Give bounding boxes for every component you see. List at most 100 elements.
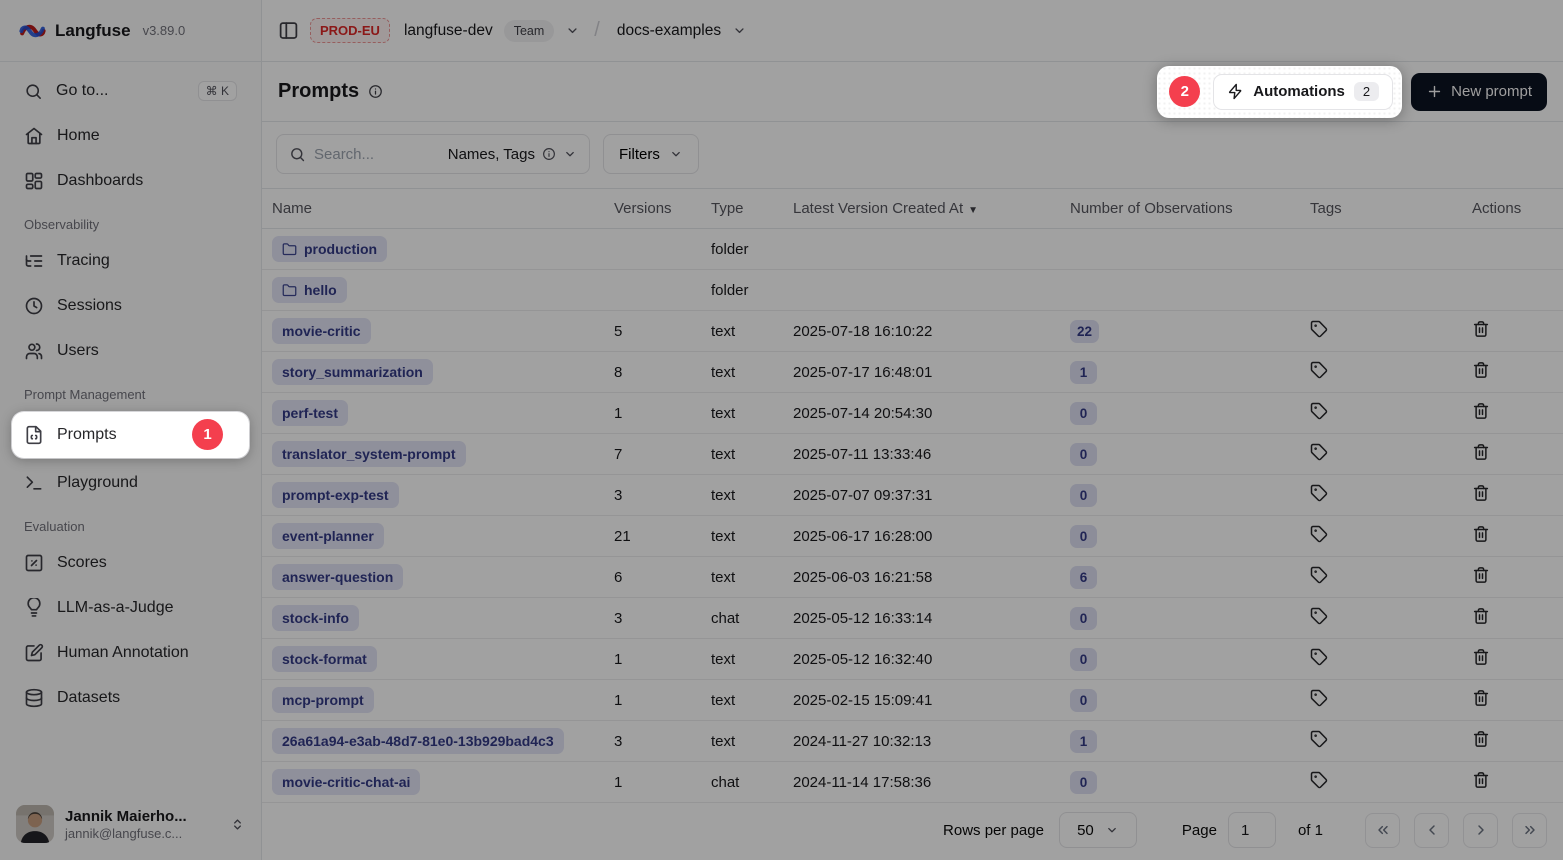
trash-icon [1472, 443, 1490, 461]
users-icon [24, 341, 44, 361]
prompt-name-badge[interactable]: translator_system-prompt [272, 441, 466, 467]
langfuse-app: Langfuse v3.89.0 Go to... ⌘ K HomeDashbo… [0, 0, 1563, 860]
last-page-button[interactable] [1512, 813, 1547, 848]
delete-button[interactable] [1472, 648, 1490, 666]
sidebar-item-sessions[interactable]: Sessions [12, 287, 249, 325]
tag-button[interactable] [1310, 402, 1328, 420]
trash-icon [1472, 525, 1490, 543]
delete-button[interactable] [1472, 607, 1490, 625]
prompt-name-badge[interactable]: perf-test [272, 400, 348, 426]
user-menu[interactable]: Jannik Maierho... jannik@langfuse.c... [0, 794, 261, 860]
panel-left-toggle-icon[interactable] [278, 20, 299, 41]
next-page-button[interactable] [1463, 813, 1498, 848]
column-header-observations: Number of Observations [1060, 189, 1300, 229]
prompt-name-badge[interactable]: movie-critic [272, 318, 371, 344]
delete-button[interactable] [1472, 771, 1490, 789]
tag-button[interactable] [1310, 689, 1328, 707]
table-row[interactable]: story_summarization8text2025-07-17 16:48… [262, 352, 1563, 393]
prompt-name-badge[interactable]: story_summarization [272, 359, 433, 385]
sidebar-item-dashboards[interactable]: Dashboards [12, 162, 249, 200]
prompt-name-badge[interactable]: stock-format [272, 646, 377, 672]
trash-icon [1472, 730, 1490, 748]
delete-button[interactable] [1472, 320, 1490, 338]
sidebar-item-go-to[interactable]: Go to... ⌘ K [12, 72, 249, 110]
sidebar-item-tracing[interactable]: Tracing [12, 242, 249, 280]
delete-button[interactable] [1472, 443, 1490, 461]
table-row[interactable]: hellofolder [262, 270, 1563, 311]
search-scope-dropdown[interactable]: Names, Tags [448, 146, 577, 163]
filters-button[interactable]: Filters [603, 134, 699, 174]
search-scope-label: Names, Tags [448, 146, 535, 163]
column-header-created-at[interactable]: Latest Version Created At▼ [783, 189, 1060, 229]
table-row[interactable]: event-planner21text2025-06-17 16:28:000 [262, 516, 1563, 557]
rows-per-page-select[interactable]: 50 [1059, 812, 1137, 848]
table-row[interactable]: answer-question6text2025-06-03 16:21:586 [262, 557, 1563, 598]
tag-button[interactable] [1310, 771, 1328, 789]
chevron-down-icon[interactable] [565, 23, 580, 38]
automations-button[interactable]: Automations 2 [1213, 74, 1393, 110]
table-row[interactable]: prompt-exp-test3text2025-07-07 09:37:310 [262, 475, 1563, 516]
sidebar-item-scores[interactable]: Scores [12, 544, 249, 582]
tag-button[interactable] [1310, 361, 1328, 379]
tag-button[interactable] [1310, 443, 1328, 461]
tag-button[interactable] [1310, 607, 1328, 625]
previous-page-button[interactable] [1414, 813, 1449, 848]
chevron-down-icon[interactable] [732, 23, 747, 38]
prompt-name-badge[interactable]: mcp-prompt [272, 687, 374, 713]
delete-button[interactable] [1472, 566, 1490, 584]
observations-cell: 22 [1060, 311, 1300, 352]
tag-button[interactable] [1310, 648, 1328, 666]
sidebar-item-label: Scores [57, 554, 107, 572]
sidebar-item-datasets[interactable]: Datasets [12, 679, 249, 717]
sidebar-item-home[interactable]: Home [12, 117, 249, 155]
table-row[interactable]: 26a61a94-e3ab-48d7-81e0-13b929bad4c33tex… [262, 721, 1563, 762]
tag-button[interactable] [1310, 320, 1328, 338]
table-row[interactable]: stock-format1text2025-05-12 16:32:400 [262, 639, 1563, 680]
new-prompt-button[interactable]: New prompt [1411, 73, 1547, 111]
prompt-name-badge[interactable]: movie-critic-chat-ai [272, 769, 420, 795]
observations-cell: 0 [1060, 762, 1300, 803]
prompt-name-badge[interactable]: prompt-exp-test [272, 482, 399, 508]
org-name[interactable]: langfuse-dev [404, 22, 493, 40]
delete-button[interactable] [1472, 402, 1490, 420]
first-page-button[interactable] [1365, 813, 1400, 848]
sidebar-item-llm-as-a-judge[interactable]: LLM-as-a-Judge [12, 589, 249, 627]
prompt-name-badge[interactable]: answer-question [272, 564, 403, 590]
project-name[interactable]: docs-examples [617, 22, 721, 40]
tag-button[interactable] [1310, 566, 1328, 584]
sidebar-item-users[interactable]: Users [12, 332, 249, 370]
sidebar-item-playground[interactable]: Playground [12, 464, 249, 502]
new-prompt-label: New prompt [1451, 83, 1532, 100]
table-row[interactable]: stock-info3chat2025-05-12 16:33:140 [262, 598, 1563, 639]
delete-button[interactable] [1472, 730, 1490, 748]
sidebar-item-label: Dashboards [57, 172, 143, 190]
delete-button[interactable] [1472, 361, 1490, 379]
page-number-input[interactable] [1228, 812, 1276, 848]
table-row[interactable]: translator_system-prompt7text2025-07-11 … [262, 434, 1563, 475]
prompt-name-badge[interactable]: hello [272, 277, 347, 303]
sidebar-item-prompts[interactable]: Prompts1 [12, 412, 249, 458]
folder-icon [282, 242, 297, 257]
prompt-name-badge[interactable]: stock-info [272, 605, 359, 631]
table-row[interactable]: movie-critic5text2025-07-18 16:10:2222 [262, 311, 1563, 352]
column-header-versions: Versions [604, 189, 701, 229]
table-row[interactable]: movie-critic-chat-ai1chat2024-11-14 17:5… [262, 762, 1563, 803]
observations-count-badge: 0 [1070, 402, 1097, 425]
tag-button[interactable] [1310, 730, 1328, 748]
tag-button[interactable] [1310, 484, 1328, 502]
sidebar-item-human-annotation[interactable]: Human Annotation [12, 634, 249, 672]
prompt-name-badge[interactable]: event-planner [272, 523, 384, 549]
search-input[interactable] [314, 146, 440, 163]
prompt-name-badge[interactable]: 26a61a94-e3ab-48d7-81e0-13b929bad4c3 [272, 728, 564, 754]
delete-button[interactable] [1472, 689, 1490, 707]
name-cell: mcp-prompt [262, 680, 604, 721]
tag-button[interactable] [1310, 525, 1328, 543]
table-row[interactable]: perf-test1text2025-07-14 20:54:300 [262, 393, 1563, 434]
prompt-name-badge[interactable]: production [272, 236, 387, 262]
table-row[interactable]: mcp-prompt1text2025-02-15 15:09:410 [262, 680, 1563, 721]
table-row[interactable]: productionfolder [262, 229, 1563, 270]
delete-button[interactable] [1472, 525, 1490, 543]
delete-button[interactable] [1472, 484, 1490, 502]
tags-cell [1300, 680, 1462, 721]
trash-icon [1472, 402, 1490, 420]
